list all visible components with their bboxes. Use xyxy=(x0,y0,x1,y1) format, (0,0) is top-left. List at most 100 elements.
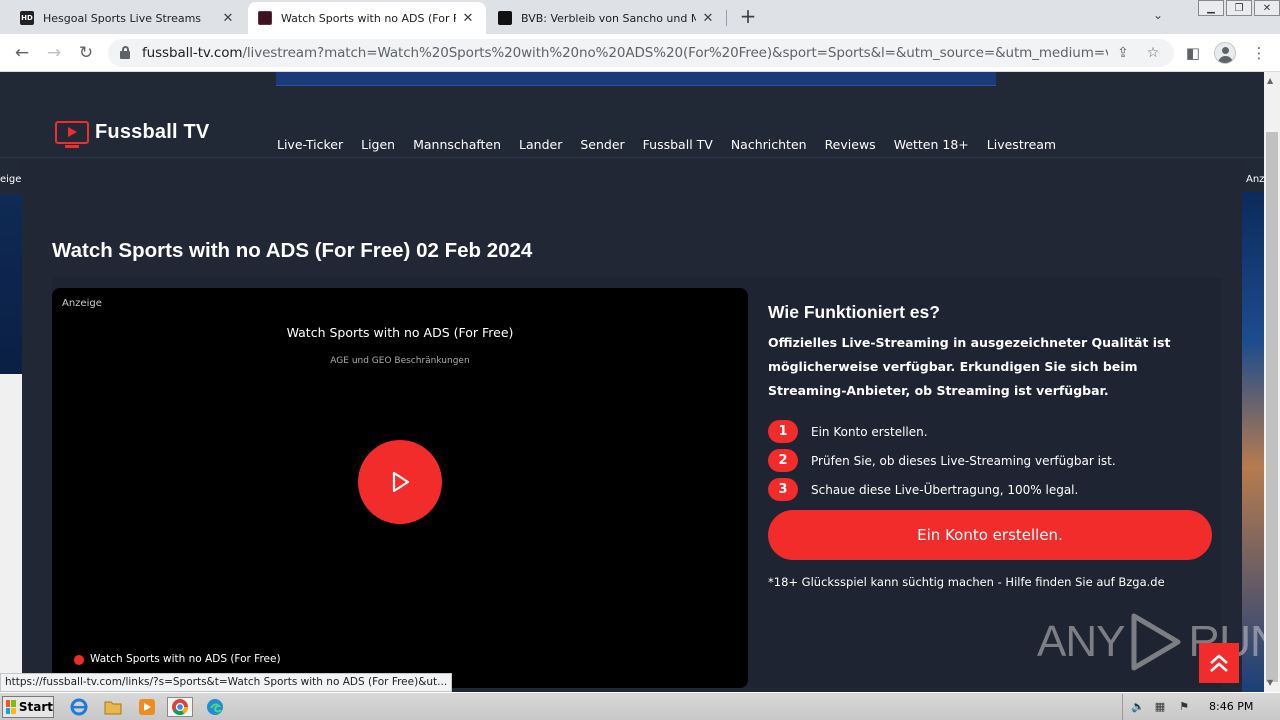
step-number-badge: 1 xyxy=(768,420,798,443)
nav-livestream[interactable]: Livestream xyxy=(987,137,1056,152)
step-text: Prüfen Sie, ob dieses Live-Streaming ver… xyxy=(811,453,1116,468)
watermark-text-left: ANY xyxy=(1037,617,1125,666)
tab-title: Watch Sports with no ADS (For Free xyxy=(281,11,456,25)
sport-favicon-icon xyxy=(498,11,512,25)
vertical-scrollbar[interactable]: ▲ ▼ xyxy=(1264,72,1280,692)
side-ad-left[interactable] xyxy=(0,194,22,374)
step-number-badge: 2 xyxy=(768,449,798,472)
ad-label: Anzeige xyxy=(62,298,102,309)
nav-fussball-tv[interactable]: Fussball TV xyxy=(643,137,713,152)
lock-icon[interactable] xyxy=(120,46,130,59)
menu-kebab-icon[interactable]: ⋮ xyxy=(1250,44,1268,62)
video-player[interactable]: Anzeige Watch Sports with no ADS (For Fr… xyxy=(52,288,748,688)
nav-wetten[interactable]: Wetten 18+ xyxy=(894,137,969,152)
volume-icon[interactable]: 🔈 xyxy=(1131,700,1145,714)
play-button[interactable] xyxy=(358,440,442,524)
scroll-to-top-button[interactable] xyxy=(1199,643,1239,683)
system-tray: 🔈 ▦ ⚑ 8:46 PM xyxy=(1122,694,1280,720)
share-icon[interactable]: ⇪ xyxy=(1114,44,1132,62)
minimize-button[interactable]: ▁ xyxy=(1198,0,1224,16)
step-item: 2 Prüfen Sie, ob dieses Live-Streaming v… xyxy=(768,446,1218,475)
address-bar[interactable]: fussball-tv.com/livestream?match=Watch%2… xyxy=(108,39,1174,67)
nav-nachrichten[interactable]: Nachrichten xyxy=(731,137,807,152)
side-ad-left-label: eige xyxy=(0,174,22,185)
step-text: Schaue diese Live-Übertragung, 100% lega… xyxy=(811,482,1079,497)
sidepanel-icon[interactable]: ◧ xyxy=(1184,44,1202,62)
how-it-works-heading: Wie Funktioniert es? xyxy=(768,302,940,322)
nav-sender[interactable]: Sender xyxy=(580,137,624,152)
media-player-icon[interactable] xyxy=(136,697,158,717)
window-controls: ▁ ❐ ✕ xyxy=(1196,0,1280,16)
fussball-tv-favicon-icon xyxy=(258,11,272,25)
close-tab-icon[interactable]: ✕ xyxy=(460,10,476,26)
nav-mannschaften[interactable]: Mannschaften xyxy=(413,137,501,152)
profile-avatar[interactable] xyxy=(1214,42,1236,64)
ie-icon[interactable] xyxy=(68,697,90,717)
windows-logo-icon xyxy=(6,700,16,714)
tv-play-icon xyxy=(55,120,89,148)
player-footer-title: Watch Sports with no ADS (For Free) xyxy=(90,653,281,665)
new-tab-button[interactable]: + xyxy=(738,6,758,26)
play-icon xyxy=(392,471,410,493)
url-text[interactable]: fussball-tv.com/livestream?match=Watch%2… xyxy=(142,45,1108,61)
tab-separator xyxy=(726,10,727,26)
nav-live-ticker[interactable]: Live-Ticker xyxy=(277,137,343,152)
nav-reviews[interactable]: Reviews xyxy=(825,137,876,152)
step-number-badge: 3 xyxy=(768,478,798,501)
how-it-works-description: Offizielles Live-Streaming in ausgezeich… xyxy=(768,335,1171,398)
player-subtitle: AGE und GEO Beschränkungen xyxy=(330,356,470,366)
scroll-down-arrow-icon[interactable]: ▼ xyxy=(1267,678,1273,687)
start-label: Start xyxy=(18,700,53,714)
anyrun-play-logo-icon xyxy=(1131,613,1181,671)
start-button[interactable]: Start xyxy=(2,696,54,718)
page-viewport: eige Anz Fussball TV Live-Ticker Ligen M… xyxy=(0,72,1264,692)
close-window-button[interactable]: ✕ xyxy=(1254,0,1280,16)
gambling-disclaimer: *18+ Glücksspiel kann süchtig machen - H… xyxy=(768,575,1165,589)
step-text: Ein Konto erstellen. xyxy=(811,424,928,439)
how-it-works: Wie Funktioniert es? Offizielles Live-St… xyxy=(768,302,1218,504)
side-ad-left-lower xyxy=(0,374,22,692)
create-account-button[interactable]: Ein Konto erstellen. xyxy=(768,510,1212,560)
live-indicator-icon xyxy=(74,655,84,665)
clock[interactable]: 8:46 PM xyxy=(1209,700,1253,713)
site-header: Fussball TV Live-Ticker Ligen Mannschaft… xyxy=(0,86,1264,158)
scrollbar-thumb[interactable] xyxy=(1266,132,1278,682)
close-tab-icon[interactable]: ✕ xyxy=(700,10,716,26)
tab-hesgoal[interactable]: HD Hesgoal Sports Live Streams ✕ xyxy=(10,2,246,34)
tab-title: BVB: Verbleib von Sancho und Maats xyxy=(521,11,696,25)
chrome-icon[interactable] xyxy=(167,697,193,717)
tab-search-chevron-icon[interactable]: ⌄ xyxy=(1153,8,1163,22)
restore-button[interactable]: ❐ xyxy=(1226,0,1252,16)
nav-lander[interactable]: Lander xyxy=(519,137,562,152)
folder-icon[interactable] xyxy=(102,697,124,717)
status-bar-link: https://fussball-tv.com/links/?s=Sports&… xyxy=(0,673,453,692)
hd-favicon-icon: HD xyxy=(20,11,34,25)
top-ad-banner[interactable] xyxy=(276,72,996,86)
player-title: Watch Sports with no ADS (For Free) xyxy=(286,325,514,340)
step-item: 1 Ein Konto erstellen. xyxy=(768,417,1218,446)
tab-title: Hesgoal Sports Live Streams xyxy=(43,11,202,25)
forward-arrow-icon[interactable]: → xyxy=(44,43,64,63)
network-icon[interactable]: ▦ xyxy=(1153,700,1167,714)
nav-ligen[interactable]: Ligen xyxy=(361,137,395,152)
tab-watch-sports[interactable]: Watch Sports with no ADS (For Free ✕ xyxy=(248,2,486,34)
edge-icon[interactable] xyxy=(204,697,226,717)
back-arrow-icon[interactable]: ← xyxy=(12,43,32,63)
steps-list: 1 Ein Konto erstellen. 2 Prüfen Sie, ob … xyxy=(768,417,1218,504)
browser-toolbar: ← → ↻ fussball-tv.com/livestream?match=W… xyxy=(0,34,1280,72)
close-tab-icon[interactable]: ✕ xyxy=(220,10,236,26)
step-item: 3 Schaue diese Live-Übertragung, 100% le… xyxy=(768,475,1218,504)
reload-icon[interactable]: ↻ xyxy=(76,43,96,63)
main-nav: Live-Ticker Ligen Mannschaften Lander Se… xyxy=(277,137,1074,152)
bookmark-star-icon[interactable]: ☆ xyxy=(1144,44,1162,62)
side-ad-right-label: Anz xyxy=(1246,174,1264,185)
scroll-up-arrow-icon[interactable]: ▲ xyxy=(1267,76,1273,85)
page-title: Watch Sports with no ADS (For Free) 02 F… xyxy=(52,239,533,262)
site-logo[interactable]: Fussball TV xyxy=(55,119,210,148)
tab-bvb[interactable]: BVB: Verbleib von Sancho und Maats ✕ xyxy=(488,2,726,34)
double-chevron-up-icon xyxy=(1210,654,1228,672)
taskbar: Start 🔈 ▦ ⚑ 8:46 PM xyxy=(0,692,1280,720)
flag-icon[interactable]: ⚑ xyxy=(1177,700,1191,714)
browser-tab-bar: HD Hesgoal Sports Live Streams ✕ Watch S… xyxy=(0,0,1280,34)
logo-text: Fussball TV xyxy=(95,120,210,143)
